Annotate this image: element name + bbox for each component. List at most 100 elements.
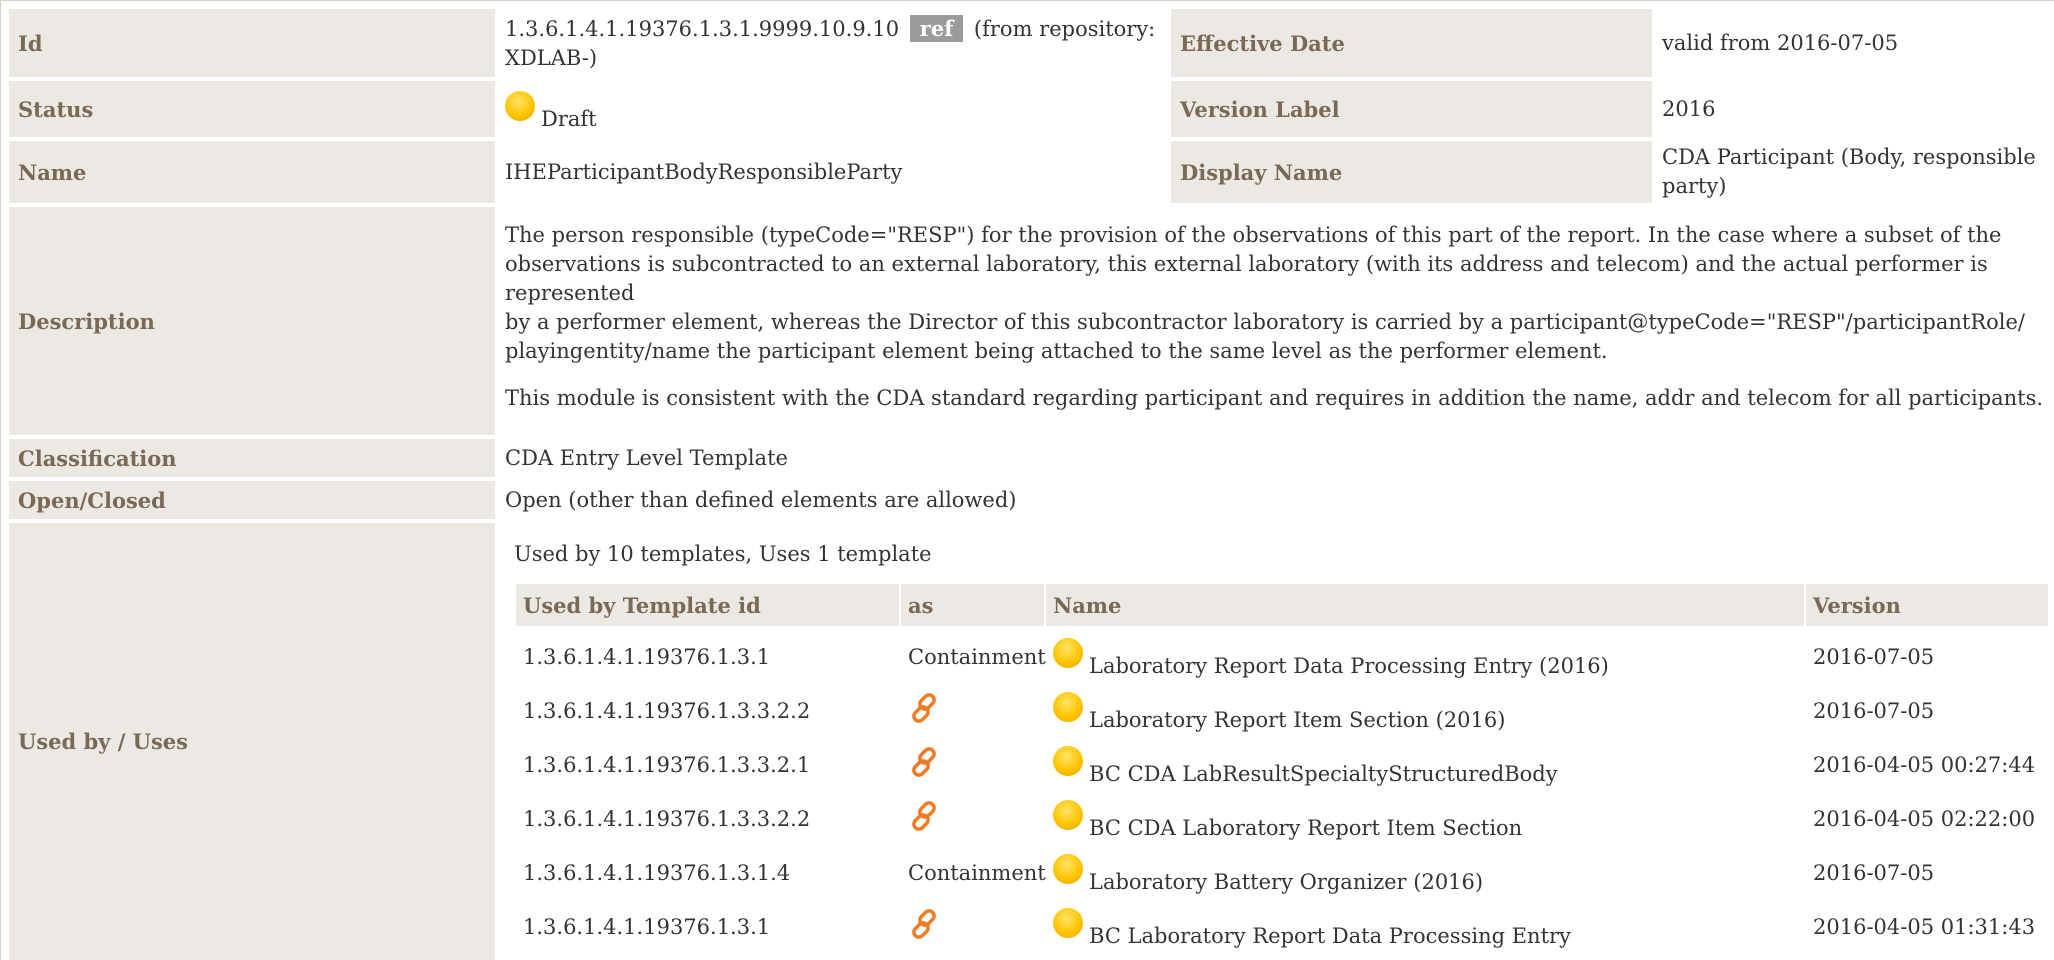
row-template-id: 1.3.6.1.4.1.19376.1.3.1 — [516, 900, 899, 954]
status-draft-icon — [505, 90, 535, 121]
description-label: Description — [9, 207, 495, 435]
row-version: 2016-04-05 00:27:44 — [1806, 738, 2048, 792]
status-label: Status — [9, 81, 495, 137]
row-as: Containment — [901, 630, 1046, 684]
version-text: 2016-07-05 — [1813, 699, 1935, 723]
col-header-as-text: as — [908, 592, 934, 618]
as-text: Containment — [908, 645, 1046, 669]
classification-text: CDA Entry Level Template — [505, 445, 788, 470]
description-value: The person responsible (typeCode="RESP")… — [495, 207, 2053, 435]
link-icon[interactable] — [908, 745, 942, 786]
id-oid: 1.3.6.1.4.1.19376.1.3.1.9999.10.9.10 — [505, 16, 900, 41]
template-id-text[interactable]: 1.3.6.1.4.1.19376.1.3.3.2.2 — [523, 807, 810, 831]
row-name: BC Laboratory Report Data Processing Ent… — [1046, 900, 1804, 954]
id-label: Id — [9, 9, 495, 77]
row-template-id: 1.3.6.1.4.1.19376.1.3.3.2.2 — [516, 792, 899, 846]
row-as — [901, 684, 1044, 738]
row-version: 2016-07-05 — [1806, 684, 2048, 738]
template-name-text[interactable]: Laboratory Report Item Section (2016) — [1089, 708, 1505, 732]
col-header-name: Name — [1046, 584, 1804, 626]
version-label-text: 2016 — [1662, 96, 1716, 121]
id-value: 1.3.6.1.4.1.19376.1.3.1.9999.10.9.10 ref… — [495, 9, 1171, 77]
row-as — [901, 900, 1044, 954]
template-name-text[interactable]: BC Laboratory Report Data Processing Ent… — [1089, 924, 1571, 948]
row-as — [901, 792, 1044, 846]
used-by-label-text: Used by / Uses — [18, 729, 188, 754]
status-draft-icon — [1053, 908, 1083, 938]
classification-label: Classification — [9, 439, 495, 477]
col-header-as: as — [901, 584, 1044, 626]
description-paragraph-1: The person responsible (typeCode="RESP")… — [505, 221, 2053, 366]
col-header-name-text: Name — [1053, 592, 1122, 618]
display-name-line1: CDA Participant (Body, responsible — [1662, 145, 2036, 169]
open-closed-text: Open (other than defined elements are al… — [505, 487, 1017, 512]
effective-date-label: Effective Date — [1171, 9, 1652, 77]
id-repo: (from repository: — [973, 16, 1156, 41]
ref-badge[interactable]: ref — [909, 14, 964, 42]
link-icon[interactable] — [908, 691, 942, 732]
link-icon[interactable] — [908, 907, 942, 948]
template-name-text[interactable]: BC CDA Laboratory Report Item Section — [1089, 816, 1522, 840]
name-text: IHEParticipantBodyResponsibleParty — [505, 159, 903, 184]
status-draft-icon — [1053, 692, 1083, 722]
template-name-text[interactable]: Laboratory Report Data Processing Entry … — [1089, 654, 1609, 678]
row-version: 2016-07-05 — [1806, 630, 2048, 684]
status-draft-icon — [1053, 800, 1083, 830]
description-line-4: playingentity/name the participant eleme… — [505, 339, 1608, 363]
status-label-text: Status — [18, 96, 94, 122]
status-draft-icon — [1053, 746, 1083, 776]
status-draft-icon — [1053, 854, 1083, 884]
name-label-text: Name — [18, 159, 87, 185]
effective-date-value: valid from 2016-07-05 — [1652, 9, 2052, 77]
version-text: 2016-04-05 00:27:44 — [1813, 753, 2036, 777]
row-version: 2016-07-05 — [1806, 846, 2048, 900]
version-text: 2016-04-05 01:31:43 — [1813, 915, 2036, 939]
template-id-text[interactable]: 1.3.6.1.4.1.19376.1.3.1 — [523, 645, 770, 669]
id-repo-line2: XDLAB-) — [505, 45, 598, 70]
col-header-version-text: Version — [1813, 592, 1901, 618]
row-as: Containment — [901, 846, 1046, 900]
version-text: 2016-07-05 — [1813, 861, 1935, 885]
row-template-id: 1.3.6.1.4.1.19376.1.3.3.2.1 — [516, 738, 899, 792]
version-label-value: 2016 — [1652, 81, 2052, 137]
row-as — [901, 738, 1044, 792]
display-name-label: Display Name — [1171, 141, 1652, 203]
used-by-summary-text: Used by 10 templates, Uses 1 template — [514, 542, 932, 566]
template-id-text[interactable]: 1.3.6.1.4.1.19376.1.3.3.2.1 — [523, 753, 810, 777]
description-label-text: Description — [18, 308, 155, 334]
used-by-summary: Used by 10 templates, Uses 1 template — [514, 538, 932, 570]
row-template-id: 1.3.6.1.4.1.19376.1.3.1.4 — [516, 846, 899, 900]
template-name-text[interactable]: BC CDA LabResultSpecialtyStructuredBody — [1089, 762, 1558, 786]
row-name: BC CDA LabResultSpecialtyStructuredBody — [1046, 738, 1804, 792]
classification-value: CDA Entry Level Template — [495, 439, 2053, 477]
col-header-version: Version — [1806, 584, 2048, 626]
open-closed-label-text: Open/Closed — [18, 487, 166, 513]
description-line-2: observations is subcontracted to an exte… — [505, 252, 1988, 305]
template-id-text[interactable]: 1.3.6.1.4.1.19376.1.3.1.4 — [523, 861, 790, 885]
row-version: 2016-04-05 01:31:43 — [1806, 900, 2048, 954]
version-label-label-text: Version Label — [1180, 96, 1340, 122]
id-label-text: Id — [18, 30, 43, 56]
col-header-id: Used by Template id — [516, 584, 899, 626]
version-text: 2016-04-05 02:22:00 — [1813, 807, 2036, 831]
template-id-text[interactable]: 1.3.6.1.4.1.19376.1.3.1 — [523, 915, 770, 939]
row-template-id: 1.3.6.1.4.1.19376.1.3.1 — [516, 630, 899, 684]
status-text: Draft — [541, 106, 597, 131]
classification-label-text: Classification — [18, 445, 177, 471]
effective-date-text: valid from 2016-07-05 — [1662, 30, 1899, 55]
open-closed-value: Open (other than defined elements are al… — [495, 481, 2053, 519]
display-name-value: CDA Participant (Body, responsible party) — [1652, 141, 2052, 203]
template-id-text[interactable]: 1.3.6.1.4.1.19376.1.3.3.2.2 — [523, 699, 810, 723]
row-name: Laboratory Report Data Processing Entry … — [1046, 630, 1804, 684]
name-value: IHEParticipantBodyResponsibleParty — [495, 141, 1171, 203]
description-line-3: by a performer element, whereas the Dire… — [505, 310, 2025, 334]
as-text: Containment — [908, 861, 1046, 885]
status-value: Draft — [495, 81, 1171, 137]
template-name-text[interactable]: Laboratory Battery Organizer (2016) — [1089, 870, 1483, 894]
row-name: Laboratory Battery Organizer (2016) — [1046, 846, 1804, 900]
row-name: Laboratory Report Item Section (2016) — [1046, 684, 1804, 738]
link-icon[interactable] — [908, 799, 942, 840]
status-draft-icon — [1053, 638, 1083, 668]
used-by-label: Used by / Uses — [9, 523, 495, 960]
description-line-1: The person responsible (typeCode="RESP")… — [505, 223, 2002, 247]
